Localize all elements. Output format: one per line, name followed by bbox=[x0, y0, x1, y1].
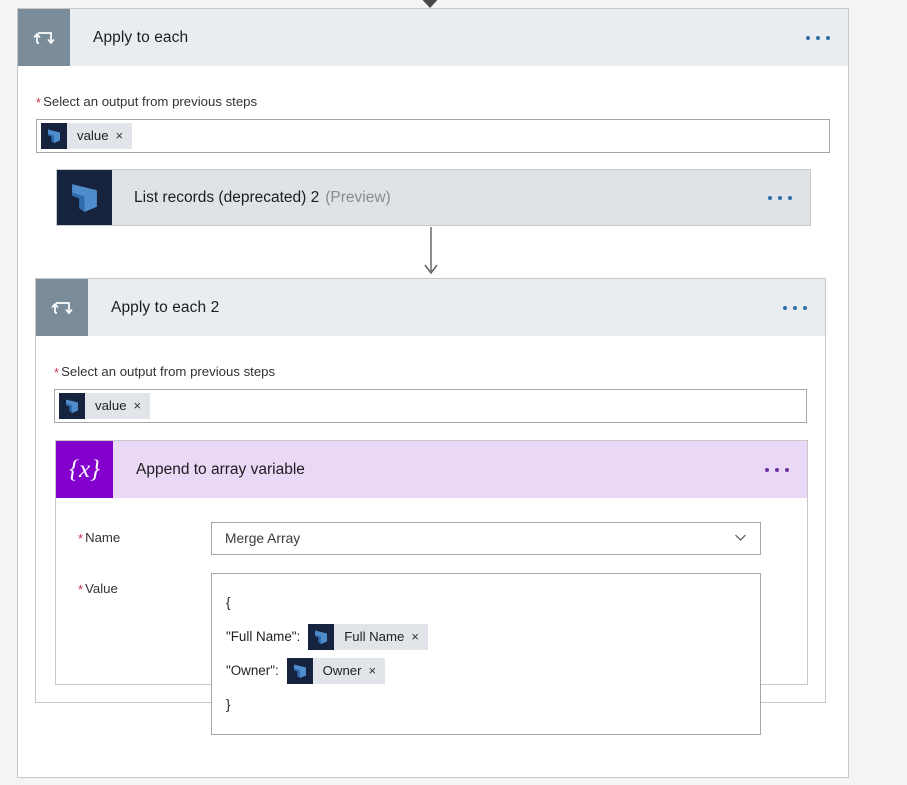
required-asterisk: * bbox=[54, 365, 60, 380]
dynamic-token-full-name[interactable]: Full Name × bbox=[308, 624, 428, 650]
dynamic-token-remove-icon[interactable]: × bbox=[116, 128, 133, 143]
variable-braces-icon: {x} bbox=[56, 441, 113, 498]
apply-to-each-2-body: * Select an output from previous steps va… bbox=[36, 336, 825, 735]
value-field-editor[interactable]: { "Full Name": Full Name × "Owner": Owne… bbox=[211, 573, 761, 735]
dynamic-token-label: value bbox=[95, 398, 127, 414]
append-to-array-variable-menu-button[interactable] bbox=[765, 467, 789, 472]
apply-to-each-body: * Select an output from previous steps va… bbox=[18, 66, 848, 153]
list-records-action-card[interactable]: List records (deprecated) 2 (Preview) bbox=[56, 169, 811, 226]
dynamic-token-value[interactable]: value × bbox=[59, 392, 151, 419]
list-records-preview-label: (Preview) bbox=[325, 188, 391, 206]
dynamic-token-value[interactable]: value × bbox=[41, 122, 133, 149]
apply-to-each-title: Apply to each bbox=[93, 28, 189, 46]
value-field-row: * Value { "Full Name": Full Name × "Owne… bbox=[56, 573, 807, 735]
dynamics365-icon bbox=[308, 624, 335, 650]
variable-braces-glyph: {x} bbox=[68, 455, 101, 483]
dynamic-token-remove-icon[interactable]: × bbox=[411, 620, 428, 654]
apply-to-each-2-input-label: * Select an output from previous steps bbox=[54, 364, 276, 380]
canvas-right-gutter bbox=[849, 0, 907, 785]
name-field-row: * Name Merge Array bbox=[56, 522, 807, 555]
dynamic-token-label: value bbox=[77, 128, 109, 144]
dynamic-token-owner[interactable]: Owner × bbox=[286, 658, 386, 684]
append-to-array-variable-header[interactable]: {x} Append to array variable bbox=[56, 441, 807, 498]
loop-icon bbox=[36, 279, 88, 336]
loop-icon bbox=[18, 9, 70, 66]
required-asterisk: * bbox=[78, 531, 84, 546]
list-records-action-name: List records (deprecated) 2 bbox=[134, 188, 320, 206]
apply-to-each-2-card: Apply to each 2 * Select an output from p… bbox=[35, 278, 826, 735]
value-key-owner: "Owner": bbox=[226, 663, 279, 678]
list-records-menu-button[interactable] bbox=[768, 195, 792, 200]
value-field-label: * Value bbox=[78, 581, 118, 597]
dynamic-token-label: Full Name bbox=[344, 629, 405, 644]
dynamic-token-remove-icon[interactable]: × bbox=[134, 398, 151, 413]
append-to-array-variable-title: Append to array variable bbox=[136, 460, 305, 478]
apply-to-each-input[interactable]: value × bbox=[36, 118, 830, 153]
value-open-brace: { bbox=[226, 595, 231, 610]
apply-to-each-input-label-wrap: * Select an output from previous steps bbox=[18, 66, 848, 119]
apply-to-each-2-menu-button[interactable] bbox=[783, 305, 807, 310]
dynamics365-icon bbox=[57, 170, 112, 225]
dynamics365-icon bbox=[286, 658, 313, 684]
required-asterisk: * bbox=[36, 95, 42, 110]
chevron-down-icon[interactable] bbox=[733, 530, 748, 548]
apply-to-each-menu-button[interactable] bbox=[806, 35, 830, 40]
apply-to-each-2-title: Apply to each 2 bbox=[111, 298, 220, 316]
apply-to-each-2-header[interactable]: Apply to each 2 bbox=[36, 279, 825, 336]
required-asterisk: * bbox=[78, 582, 84, 597]
flow-designer-canvas: Apply to each * Select an output from pre… bbox=[0, 0, 907, 785]
dynamic-token-label: Owner bbox=[322, 663, 362, 678]
value-key-full-name: "Full Name": bbox=[226, 629, 301, 644]
apply-to-each-2-input-label-wrap: * Select an output from previous steps bbox=[36, 336, 825, 389]
canvas-left-gutter bbox=[0, 0, 17, 785]
value-close-brace: } bbox=[226, 697, 231, 712]
name-field-select[interactable]: Merge Array bbox=[211, 522, 761, 555]
value-line-close-brace: } bbox=[226, 688, 746, 722]
apply-to-each-header[interactable]: Apply to each bbox=[18, 9, 848, 66]
connector-list-records-to-apply-to-each-2 bbox=[424, 227, 438, 277]
value-line-full-name: "Full Name": Full Name × bbox=[226, 620, 746, 654]
name-field-value: Merge Array bbox=[225, 531, 301, 546]
append-to-array-variable-card: {x} Append to array variable * Name Merg… bbox=[55, 440, 808, 735]
apply-to-each-2-input[interactable]: value × bbox=[54, 388, 807, 423]
dynamics365-icon bbox=[59, 392, 85, 419]
dynamic-token-remove-icon[interactable]: × bbox=[369, 654, 386, 688]
value-line-owner: "Owner": Owner × bbox=[226, 654, 746, 688]
dynamics365-icon bbox=[41, 122, 67, 149]
append-to-array-variable-body: * Name Merge Array * Value {"Full Name"… bbox=[56, 498, 807, 735]
value-line-open-brace: { bbox=[226, 586, 746, 620]
list-records-action-title: List records (deprecated) 2 (Preview) bbox=[112, 170, 391, 225]
apply-to-each-input-label: * Select an output from previous steps bbox=[36, 94, 258, 110]
name-field-label: * Name bbox=[78, 530, 121, 546]
